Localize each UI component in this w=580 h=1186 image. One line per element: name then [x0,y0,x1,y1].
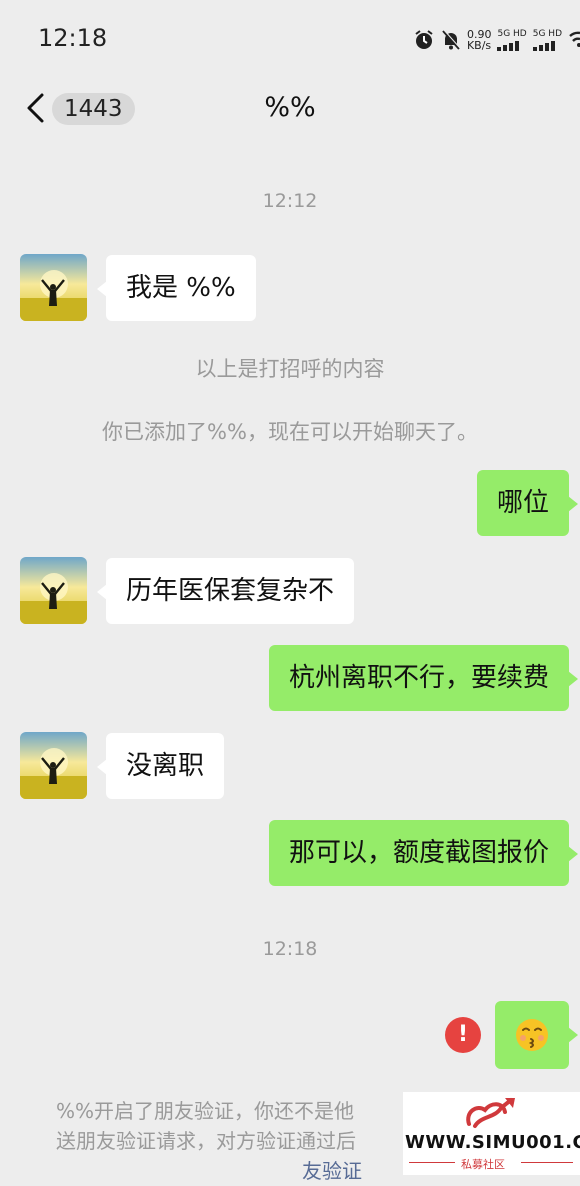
message-bubble-incoming[interactable]: 我是 %% [97,255,256,321]
send-failed-icon[interactable]: ! [445,1017,481,1053]
watermark-site: WWW.SIMU001.CN [405,1132,580,1153]
signal-1-label: 5G HD [497,28,527,39]
friend-verification-link[interactable]: 友验证 [302,1159,362,1183]
message-bubble-incoming[interactable]: 历年医保套复杂不 [96,558,355,624]
chat-title: %% [264,92,316,123]
wifi-icon [569,31,580,47]
status-bar: 12:18 0.90 KB/s 5G HD 5G HD [0,0,580,78]
timestamp: 12:18 [262,938,318,960]
signal-bars-icon [532,40,555,51]
signal-1: 5G HD [497,28,527,51]
site-watermark: WWW.SIMU001.CN 私募社区 [403,1092,580,1175]
watermark-divider [409,1162,455,1163]
watermark-divider [521,1162,573,1163]
signal-bars-icon [497,40,520,51]
network-speed-unit: KB/s [466,39,492,52]
message-bubble-incoming[interactable]: 没离职 [96,733,225,799]
signal-2: 5G HD [532,28,562,51]
watermark-tag: 私募社区 [461,1158,505,1171]
message-bubble-outgoing[interactable] [495,1001,578,1069]
system-message: 以上是打招呼的内容 [195,357,385,381]
signal-2-label: 5G HD [532,28,562,39]
contact-avatar[interactable] [20,732,87,799]
message-bubble-outgoing[interactable]: 那可以，额度截图报价 [268,820,579,886]
timestamp: 12:12 [262,190,318,212]
contact-avatar[interactable] [20,254,87,321]
network-speed: 0.90 KB/s [467,29,492,51]
contact-avatar[interactable] [20,557,87,624]
status-time: 12:18 [38,24,108,52]
mute-bell-icon [442,29,461,50]
chat-header: 1443 %% [0,78,580,150]
system-message: 你已添加了%%，现在可以开始聊天了。 [102,420,478,444]
status-icons: 0.90 KB/s 5G HD 5G HD [413,26,580,54]
message-bubble-outgoing[interactable]: 杭州离职不行，要续费 [268,645,579,711]
watermark-logo-icon [466,1098,515,1128]
kissing-face-emoji [516,1019,548,1051]
message-bubble-outgoing[interactable]: 哪位 [476,470,579,536]
alarm-icon [415,30,433,49]
